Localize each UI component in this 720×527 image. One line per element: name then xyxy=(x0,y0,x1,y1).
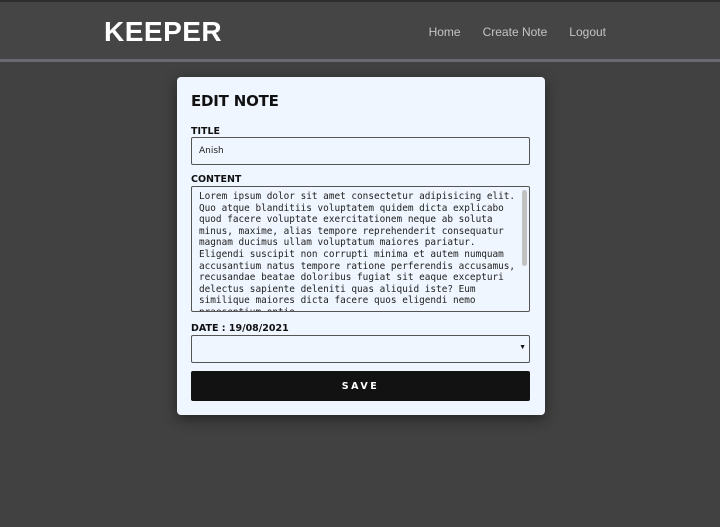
content-text: Lorem ipsum dolor sit amet consectetur a… xyxy=(199,191,516,311)
date-label: DATE : 19/08/2021 xyxy=(191,323,289,334)
edit-note-card: EDIT NOTE TITLE CONTENT Lorem ipsum dolo… xyxy=(177,77,545,415)
nav-link-create-note[interactable]: Create Note xyxy=(483,25,548,39)
save-button[interactable]: SAVE xyxy=(191,371,530,401)
dropdown-arrow-icon: ▼ xyxy=(519,344,526,351)
title-input[interactable] xyxy=(191,137,530,165)
content-textarea[interactable]: Lorem ipsum dolor sit amet consectetur a… xyxy=(191,186,530,312)
scrollbar-thumb[interactable] xyxy=(522,190,527,266)
navbar-divider xyxy=(0,59,720,62)
title-label: TITLE xyxy=(191,126,221,137)
nav-links: Home Create Note Logout xyxy=(429,25,606,39)
date-select[interactable]: ▼ xyxy=(191,335,530,363)
nav-link-logout[interactable]: Logout xyxy=(569,25,606,39)
page-title: EDIT NOTE xyxy=(191,92,279,110)
content-label: CONTENT xyxy=(191,174,242,185)
brand-logo[interactable]: KEEPER xyxy=(104,16,222,48)
navbar: KEEPER Home Create Note Logout xyxy=(0,2,720,59)
nav-link-home[interactable]: Home xyxy=(429,25,461,39)
content-scrollbar[interactable] xyxy=(521,188,528,310)
